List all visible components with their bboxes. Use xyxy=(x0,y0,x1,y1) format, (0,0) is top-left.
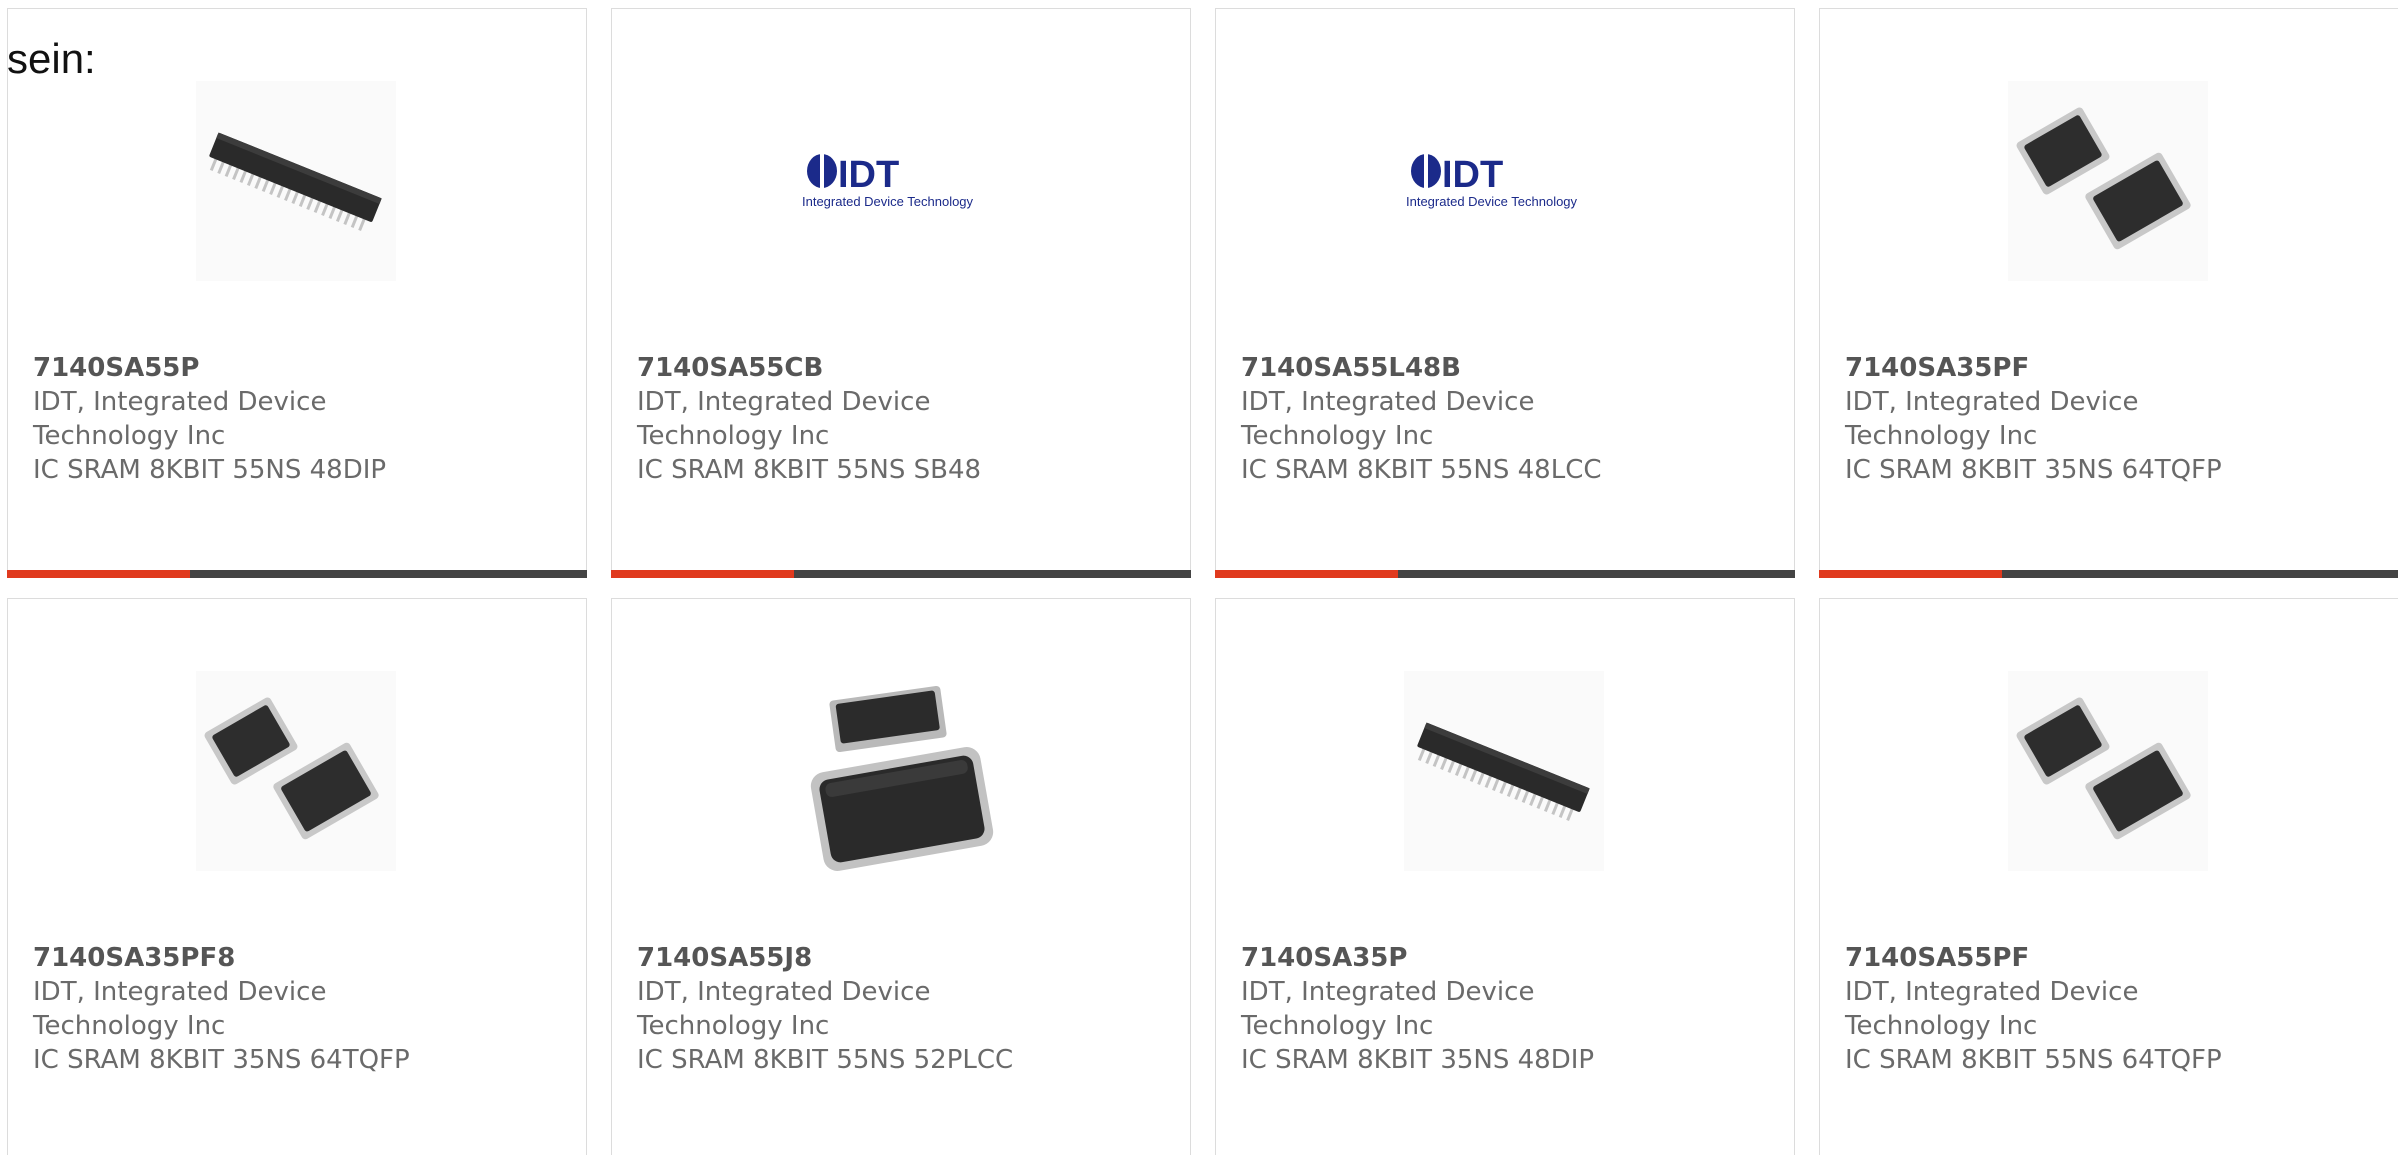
manufacturer: IDT, Integrated Device Technology Inc xyxy=(33,387,327,451)
manufacturer: IDT, Integrated Device Technology Inc xyxy=(1845,387,2139,451)
description: IC SRAM 8KBIT 35NS 64TQFP xyxy=(1845,455,2222,485)
part-number[interactable]: 7140SA55L48B xyxy=(1241,351,1771,385)
product-grid-page: sein: 7140SA55P IDT, Integrated Device T… xyxy=(0,0,2398,1155)
card-bottom-bar xyxy=(611,570,1191,578)
card-accent xyxy=(1819,570,2002,578)
part-number[interactable]: 7140SA35PF8 xyxy=(33,941,563,975)
product-card[interactable]: IDT Integrated Device Technology 7140SA5… xyxy=(611,8,1191,578)
idt-logo-icon: IDT Integrated Device Technology xyxy=(1404,81,1604,281)
card-accent xyxy=(7,570,190,578)
product-card[interactable]: 7140SA35PF8 IDT, Integrated Device Techn… xyxy=(7,598,587,1155)
product-info: 7140SA55L48B IDT, Integrated Device Tech… xyxy=(1241,351,1771,487)
card-bottom-bar xyxy=(1819,570,2398,578)
logo-text: IDT xyxy=(1442,154,1503,196)
part-number[interactable]: 7140SA55P xyxy=(33,351,563,385)
section-heading: sein: xyxy=(7,35,96,82)
description: IC SRAM 8KBIT 55NS 48DIP xyxy=(33,455,387,485)
part-number[interactable]: 7140SA55CB xyxy=(637,351,1167,385)
manufacturer: IDT, Integrated Device Technology Inc xyxy=(1845,977,2139,1041)
logo-text: IDT xyxy=(838,154,899,196)
part-number[interactable]: 7140SA55J8 xyxy=(637,941,1167,975)
card-bottom-bar xyxy=(1215,570,1795,578)
product-info: 7140SA55P IDT, Integrated Device Technol… xyxy=(33,351,563,487)
dip-chip-icon xyxy=(1404,671,1604,871)
part-number[interactable]: 7140SA35PF xyxy=(1845,351,2375,385)
description: IC SRAM 8KBIT 55NS 64TQFP xyxy=(1845,1045,2222,1075)
product-info: 7140SA35P IDT, Integrated Device Technol… xyxy=(1241,941,1771,1077)
manufacturer: IDT, Integrated Device Technology Inc xyxy=(637,977,931,1041)
product-info: 7140SA55PF IDT, Integrated Device Techno… xyxy=(1845,941,2375,1077)
product-info: 7140SA35PF IDT, Integrated Device Techno… xyxy=(1845,351,2375,487)
product-card[interactable]: 7140SA35P IDT, Integrated Device Technol… xyxy=(1215,598,1795,1155)
logo-subtext: Integrated Device Technology xyxy=(1406,194,1578,209)
manufacturer: IDT, Integrated Device Technology Inc xyxy=(637,387,931,451)
tqfp-chip-icon xyxy=(196,671,396,871)
product-card[interactable]: IDT Integrated Device Technology 7140SA5… xyxy=(1215,8,1795,578)
tqfp-chip-icon xyxy=(2008,81,2208,281)
description: IC SRAM 8KBIT 35NS 64TQFP xyxy=(33,1045,410,1075)
product-info: 7140SA55J8 IDT, Integrated Device Techno… xyxy=(637,941,1167,1077)
product-info: 7140SA35PF8 IDT, Integrated Device Techn… xyxy=(33,941,563,1077)
description: IC SRAM 8KBIT 35NS 48DIP xyxy=(1241,1045,1595,1075)
tqfp-chip-icon xyxy=(2008,671,2208,871)
idt-logo-icon: IDT Integrated Device Technology xyxy=(800,81,1000,281)
manufacturer: IDT, Integrated Device Technology Inc xyxy=(1241,387,1535,451)
manufacturer: IDT, Integrated Device Technology Inc xyxy=(33,977,327,1041)
logo-subtext: Integrated Device Technology xyxy=(802,194,974,209)
description: IC SRAM 8KBIT 55NS 52PLCC xyxy=(637,1045,1014,1075)
card-bottom-bar xyxy=(7,570,587,578)
product-card[interactable]: 7140SA55PF IDT, Integrated Device Techno… xyxy=(1819,598,2398,1155)
product-card[interactable]: 7140SA55J8 IDT, Integrated Device Techno… xyxy=(611,598,1191,1155)
part-number[interactable]: 7140SA35P xyxy=(1241,941,1771,975)
plcc-chip-icon xyxy=(800,671,1000,871)
manufacturer: IDT, Integrated Device Technology Inc xyxy=(1241,977,1535,1041)
product-info: 7140SA55CB IDT, Integrated Device Techno… xyxy=(637,351,1167,487)
card-accent xyxy=(1215,570,1398,578)
description: IC SRAM 8KBIT 55NS 48LCC xyxy=(1241,455,1602,485)
part-number[interactable]: 7140SA55PF xyxy=(1845,941,2375,975)
dip-chip-icon xyxy=(196,81,396,281)
description: IC SRAM 8KBIT 55NS SB48 xyxy=(637,455,982,485)
card-accent xyxy=(611,570,794,578)
product-card[interactable]: 7140SA35PF IDT, Integrated Device Techno… xyxy=(1819,8,2398,578)
product-card[interactable]: 7140SA55P IDT, Integrated Device Technol… xyxy=(7,8,587,578)
